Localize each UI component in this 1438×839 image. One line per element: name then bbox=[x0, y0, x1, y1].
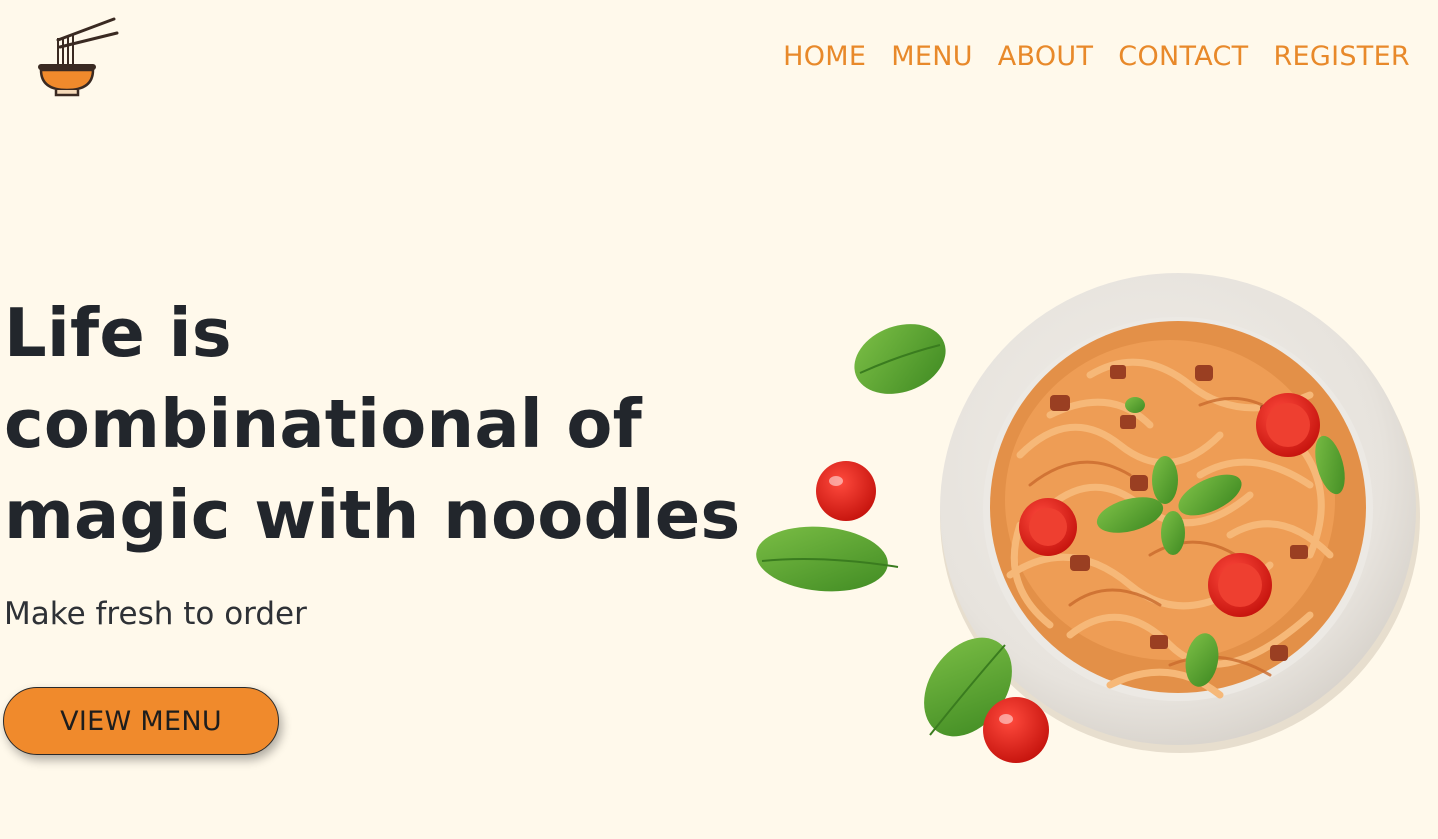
nav-about-link[interactable]: ABOUT bbox=[998, 40, 1094, 74]
hero-title-line: Life is bbox=[4, 294, 232, 372]
nav-contact-link[interactable]: CONTACT bbox=[1118, 40, 1248, 74]
nav-menu-link[interactable]: MENU bbox=[891, 40, 973, 74]
hero-title-line: magic with noodles bbox=[4, 476, 741, 554]
view-menu-button[interactable]: VIEW MENU bbox=[3, 687, 279, 755]
nav-home-link[interactable]: HOME bbox=[783, 40, 866, 74]
pasta-plate-image bbox=[750, 255, 1438, 775]
noodle-bowl-icon bbox=[38, 17, 119, 97]
logo[interactable] bbox=[32, 14, 124, 100]
hero-subtitle: Make fresh to order bbox=[4, 596, 307, 632]
nav-register-link[interactable]: REGISTER bbox=[1273, 40, 1410, 74]
main-nav: HOME MENU ABOUT CONTACT REGISTER bbox=[783, 40, 1410, 74]
hero-title-line: combinational of bbox=[4, 385, 642, 463]
hero-title: Life is combinational of magic with nood… bbox=[4, 288, 741, 561]
pasta-plate-illustration bbox=[756, 273, 1420, 763]
